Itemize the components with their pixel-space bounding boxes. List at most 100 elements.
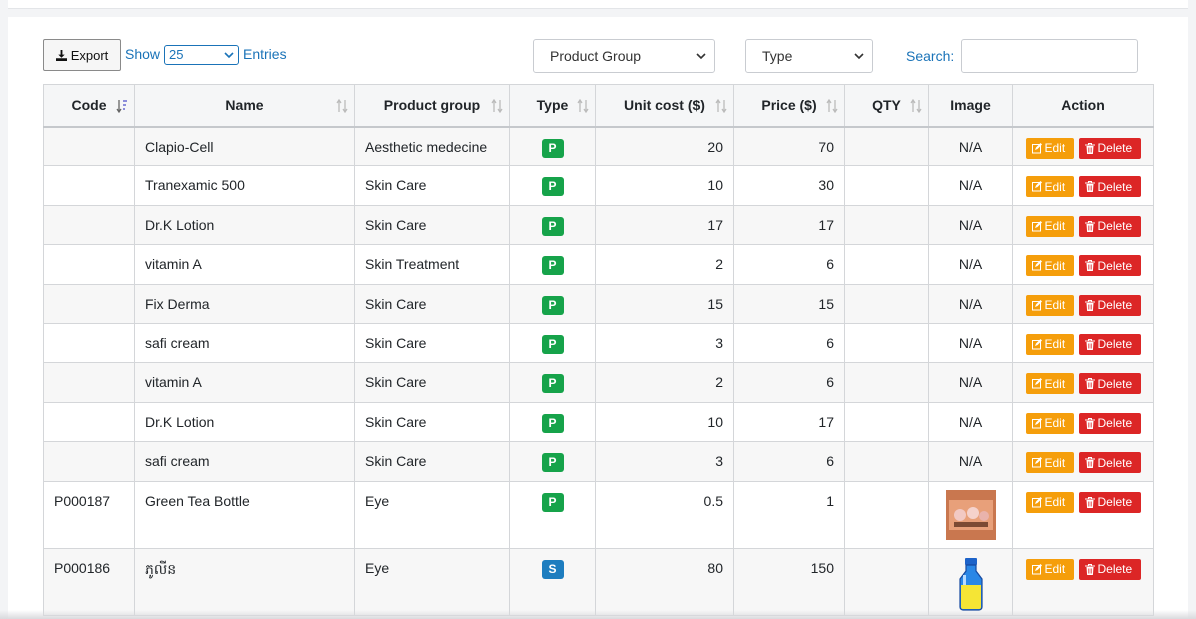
delete-label: Delete xyxy=(1097,141,1133,155)
cell-qty xyxy=(844,322,929,364)
delete-button[interactable]: Delete xyxy=(1078,294,1141,316)
edit-icon xyxy=(1031,457,1042,468)
chevron-down-icon xyxy=(224,52,234,59)
edit-button[interactable]: Edit xyxy=(1025,558,1074,580)
cell-qty xyxy=(844,283,929,324)
edit-label: Edit xyxy=(1044,562,1066,577)
col-header-type[interactable]: Type xyxy=(509,84,596,128)
delete-button[interactable]: Delete xyxy=(1078,137,1141,159)
cell-type: P xyxy=(509,362,596,403)
col-header-unit-cost[interactable]: Unit cost ($) xyxy=(595,84,734,128)
edit-label: Edit xyxy=(1044,219,1066,234)
delete-label: Delete xyxy=(1097,298,1133,313)
cell-action: Edit Delete xyxy=(1012,322,1154,364)
delete-button[interactable]: Delete xyxy=(1078,373,1141,395)
delete-button[interactable]: Delete xyxy=(1078,452,1141,474)
cell-code xyxy=(43,244,135,285)
edit-button[interactable]: Edit xyxy=(1025,373,1074,395)
search-input[interactable] xyxy=(961,39,1138,73)
cell-qty xyxy=(844,165,929,206)
cell-price: 15 xyxy=(733,283,845,324)
cell-name: safi cream xyxy=(134,441,355,482)
cell-unit-cost: 3 xyxy=(595,441,734,482)
col-header-code[interactable]: Code xyxy=(43,84,135,128)
type-badge: P xyxy=(541,216,564,236)
cell-code xyxy=(43,165,135,206)
cell-unit-cost: 10 xyxy=(595,401,734,443)
edit-button[interactable]: Edit xyxy=(1025,412,1074,434)
cell-action: Edit Delete xyxy=(1012,283,1154,324)
products-panel: Export Show 25 Entries Product Group Typ… xyxy=(8,17,1188,619)
col-header-product-group[interactable]: Product group xyxy=(354,84,510,128)
type-filter[interactable]: Type xyxy=(745,39,873,73)
delete-button[interactable]: Delete xyxy=(1078,333,1141,355)
edit-button[interactable]: Edit xyxy=(1025,137,1074,159)
edit-button[interactable]: Edit xyxy=(1025,294,1074,316)
cell-action: Edit Delete xyxy=(1012,362,1154,403)
cell-price: 6 xyxy=(733,322,845,364)
col-header-price[interactable]: Price ($) xyxy=(733,84,845,128)
cell-action: Edit Delete xyxy=(1012,547,1154,616)
entries-value: 25 xyxy=(169,47,184,62)
cell-type: P xyxy=(509,244,596,285)
top-strip xyxy=(8,0,1188,9)
cell-product-group: Eye xyxy=(354,547,510,616)
edit-label: Edit xyxy=(1044,258,1066,273)
delete-button[interactable]: Delete xyxy=(1078,558,1141,580)
trash-icon xyxy=(1084,142,1095,154)
entries-per-page-select[interactable]: 25 xyxy=(164,45,239,65)
cell-unit-cost: 2 xyxy=(595,362,734,403)
delete-button[interactable]: Delete xyxy=(1078,412,1141,434)
cell-name: Clapio-Cell xyxy=(134,125,355,167)
table-row: Tranexamic 500 Skin Care P 10 30 N/A Edit Delet… xyxy=(43,165,1154,206)
cell-action: Edit Delete xyxy=(1012,401,1154,443)
edit-button[interactable]: Edit xyxy=(1025,452,1074,474)
export-button[interactable]: Export xyxy=(43,39,121,71)
col-header-image: Image xyxy=(928,84,1013,128)
cell-unit-cost: 20 xyxy=(595,125,734,167)
cell-name: Dr.K Lotion xyxy=(134,401,355,443)
cell-type: P xyxy=(509,322,596,364)
trash-icon xyxy=(1084,181,1095,193)
entries-label: Entries xyxy=(243,46,287,62)
cell-type: P xyxy=(509,441,596,482)
cell-price: 6 xyxy=(733,362,845,403)
delete-button[interactable]: Delete xyxy=(1078,176,1141,198)
edit-button[interactable]: Edit xyxy=(1025,176,1074,198)
cell-name: vitamin A xyxy=(134,362,355,403)
sort-desc-icon xyxy=(116,100,127,113)
table-row: P000187 Green Tea Bottle Eye P 0.5 1 Edit Delet… xyxy=(43,480,1154,549)
product-group-filter[interactable]: Product Group xyxy=(533,39,715,73)
edit-icon xyxy=(1031,496,1042,508)
edit-label: Edit xyxy=(1044,298,1066,313)
cell-qty xyxy=(844,547,929,616)
delete-button[interactable]: Delete xyxy=(1078,255,1141,277)
trash-icon xyxy=(1084,260,1095,272)
table-row: Dr.K Lotion Skin Care P 17 17 N/A Edit Delete xyxy=(43,204,1154,246)
cell-name: Green Tea Bottle xyxy=(134,480,355,549)
delete-label: Delete xyxy=(1097,337,1133,352)
show-label: Show xyxy=(125,46,161,62)
delete-button[interactable]: Delete xyxy=(1078,491,1141,513)
edit-button[interactable]: Edit xyxy=(1025,333,1074,355)
edit-button[interactable]: Edit xyxy=(1025,215,1074,237)
edit-button[interactable]: Edit xyxy=(1025,255,1074,277)
cell-code xyxy=(43,125,135,167)
type-badge: S xyxy=(541,559,564,579)
cell-qty xyxy=(844,125,929,167)
bottle-icon xyxy=(958,557,983,611)
cell-code: P000187 xyxy=(43,480,135,549)
cell-qty xyxy=(844,441,929,482)
edit-button[interactable]: Edit xyxy=(1025,491,1074,513)
type-badge: P xyxy=(541,138,564,158)
cell-action: Edit Delete xyxy=(1012,480,1154,549)
cell-product-group: Eye xyxy=(354,480,510,549)
delete-button[interactable]: Delete xyxy=(1078,215,1141,237)
col-header-name[interactable]: Name xyxy=(134,84,355,128)
cell-name: vitamin A xyxy=(134,244,355,285)
download-icon xyxy=(55,49,67,61)
col-header-qty[interactable]: QTY xyxy=(844,84,929,128)
table-row: Fix Derma Skin Care P 15 15 N/A Edit Delete xyxy=(43,283,1154,324)
cell-product-group: Skin Care xyxy=(354,165,510,206)
trash-icon xyxy=(1084,378,1095,390)
